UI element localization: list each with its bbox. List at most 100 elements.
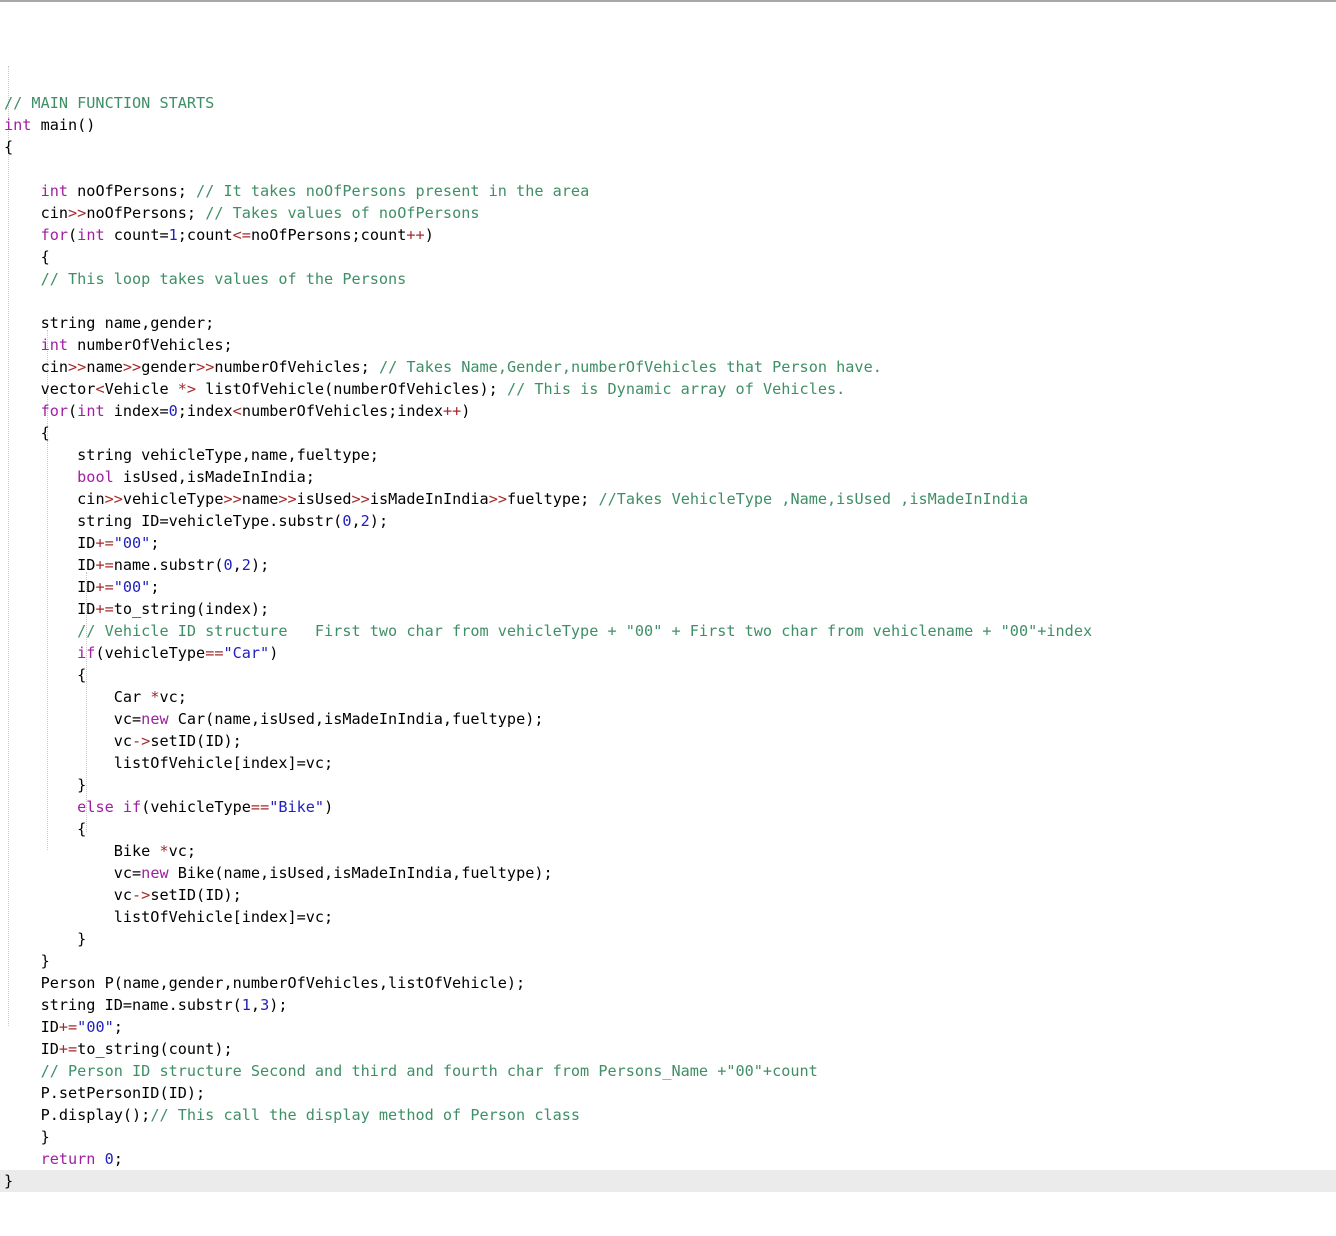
code-line[interactable]: } <box>0 1126 1336 1148</box>
token-op: >> <box>278 490 297 508</box>
code-line[interactable]: ID+=to_string(index); <box>0 598 1336 620</box>
token-pln: string name,gender; <box>40 314 215 332</box>
code-line[interactable]: return 0; <box>0 1148 1336 1170</box>
token-pln: fueltype; <box>507 490 599 508</box>
code-line[interactable]: { <box>0 136 1336 158</box>
code-line[interactable]: Person P(name,gender,numberOfVehicles,li… <box>0 972 1336 994</box>
token-pln: ) <box>269 644 279 662</box>
code-line[interactable]: { <box>0 246 1336 268</box>
token-kw: if <box>77 644 96 662</box>
code-line[interactable]: ID+="00"; <box>0 1016 1336 1038</box>
code-line[interactable]: P.setPersonID(ID); <box>0 1082 1336 1104</box>
token-pln: name.substr( <box>113 556 224 574</box>
code-line[interactable]: Car *vc; <box>0 686 1336 708</box>
code-line[interactable]: int numberOfVehicles; <box>0 334 1336 356</box>
code-text-area[interactable]: // MAIN FUNCTION STARTS int main() { int n… <box>0 2 1336 1236</box>
token-pln: vc <box>113 886 133 904</box>
token-pln: ); <box>269 996 288 1014</box>
code-line[interactable]: bool isUsed,isMadeInIndia; <box>0 466 1336 488</box>
token-pln: numberOfVehicles; <box>214 358 379 376</box>
code-line[interactable]: // Vehicle ID structure First two char f… <box>0 620 1336 642</box>
code-line[interactable]: vc=new Car(name,isUsed,isMadeInIndia,fue… <box>0 708 1336 730</box>
code-line[interactable]: int main() <box>0 114 1336 136</box>
code-line[interactable]: listOfVehicle[index]=vc; <box>0 906 1336 928</box>
code-line[interactable]: // Person ID structure Second and third … <box>0 1060 1336 1082</box>
code-line[interactable]: listOfVehicle[index]=vc; <box>0 752 1336 774</box>
code-line[interactable]: string ID=name.substr(1,3); <box>0 994 1336 1016</box>
code-line[interactable]: ID+="00"; <box>0 576 1336 598</box>
token-op: < <box>232 402 242 420</box>
code-line[interactable]: int noOfPersons; // It takes noOfPersons… <box>0 180 1336 202</box>
token-pln: ID <box>77 600 96 618</box>
code-line[interactable]: string ID=vehicleType.substr(0,2); <box>0 510 1336 532</box>
code-line[interactable] <box>0 290 1336 312</box>
code-line[interactable]: vector<Vehicle *> listOfVehicle(numberOf… <box>0 378 1336 400</box>
token-op: == <box>250 798 270 816</box>
code-line[interactable]: vc->setID(ID); <box>0 730 1336 752</box>
token-pln: noOfPersons; <box>68 182 197 200</box>
code-line[interactable]: { <box>0 664 1336 686</box>
code-line[interactable]: ID+=to_string(count); <box>0 1038 1336 1060</box>
code-line[interactable]: vc=new Bike(name,isUsed,isMadeInIndia,fu… <box>0 862 1336 884</box>
token-pln: ; <box>113 1018 123 1036</box>
code-line[interactable]: string name,gender; <box>0 312 1336 334</box>
token-pln: ;index <box>177 402 233 420</box>
code-line[interactable]: for(int index=0;index<numberOfVehicles;i… <box>0 400 1336 422</box>
code-line[interactable]: { <box>0 422 1336 444</box>
code-line[interactable]: } <box>0 774 1336 796</box>
token-pln: setID(ID); <box>150 886 242 904</box>
code-line[interactable]: string vehicleType,name,fueltype; <box>0 444 1336 466</box>
code-line[interactable]: { <box>0 818 1336 840</box>
token-pln: vehicleType <box>122 490 224 508</box>
code-line[interactable]: } <box>0 928 1336 950</box>
token-cmt: // Takes values of noOfPersons <box>205 204 480 222</box>
code-line[interactable]: // This loop takes values of the Persons <box>0 268 1336 290</box>
token-kw: new <box>141 864 169 882</box>
token-op: * <box>159 842 169 860</box>
token-pln: string ID=vehicleType.substr( <box>77 512 343 530</box>
token-str: "00" <box>77 1018 114 1036</box>
token-pln: ( <box>68 402 78 420</box>
token-pln: listOfVehicle[index]=vc; <box>113 754 334 772</box>
code-line[interactable]: cin>>name>>gender>>numberOfVehicles; // … <box>0 356 1336 378</box>
token-pln: { <box>77 666 87 684</box>
code-line[interactable]: for(int count=1;count<=noOfPersons;count… <box>0 224 1336 246</box>
code-line[interactable]: } <box>0 950 1336 972</box>
token-pln: cin <box>77 490 105 508</box>
token-op: >> <box>122 358 142 376</box>
token-pln: { <box>4 138 14 156</box>
code-line[interactable]: cin>>vehicleType>>name>>isUsed>>isMadeIn… <box>0 488 1336 510</box>
token-pln: } <box>4 1172 14 1190</box>
code-line[interactable]: if(vehicleType=="Car") <box>0 642 1336 664</box>
code-line[interactable]: P.display();// This call the display met… <box>0 1104 1336 1126</box>
token-pln: { <box>40 248 50 266</box>
token-op: += <box>58 1040 78 1058</box>
code-editor[interactable]: // MAIN FUNCTION STARTS int main() { int n… <box>0 0 1336 1192</box>
code-line[interactable]: vc->setID(ID); <box>0 884 1336 906</box>
code-line[interactable]: } <box>0 1170 1336 1192</box>
token-cmt: // This is Dynamic array of Vehicles. <box>506 380 846 398</box>
code-line[interactable] <box>0 158 1336 180</box>
token-cmt: // This loop takes values of the Persons <box>40 270 407 288</box>
code-line[interactable]: cin>>noOfPersons; // Takes values of noO… <box>0 202 1336 224</box>
code-line[interactable]: else if(vehicleType=="Bike") <box>0 796 1336 818</box>
code-line[interactable]: // MAIN FUNCTION STARTS <box>0 92 1336 114</box>
token-kw: for <box>40 226 69 244</box>
token-kw: for <box>40 402 69 420</box>
code-line[interactable]: ID+="00"; <box>0 532 1336 554</box>
code-line[interactable]: ID+=name.substr(0,2); <box>0 554 1336 576</box>
token-str: "Bike" <box>269 798 325 816</box>
code-line[interactable]: Bike *vc; <box>0 840 1336 862</box>
token-op: >> <box>196 358 215 376</box>
